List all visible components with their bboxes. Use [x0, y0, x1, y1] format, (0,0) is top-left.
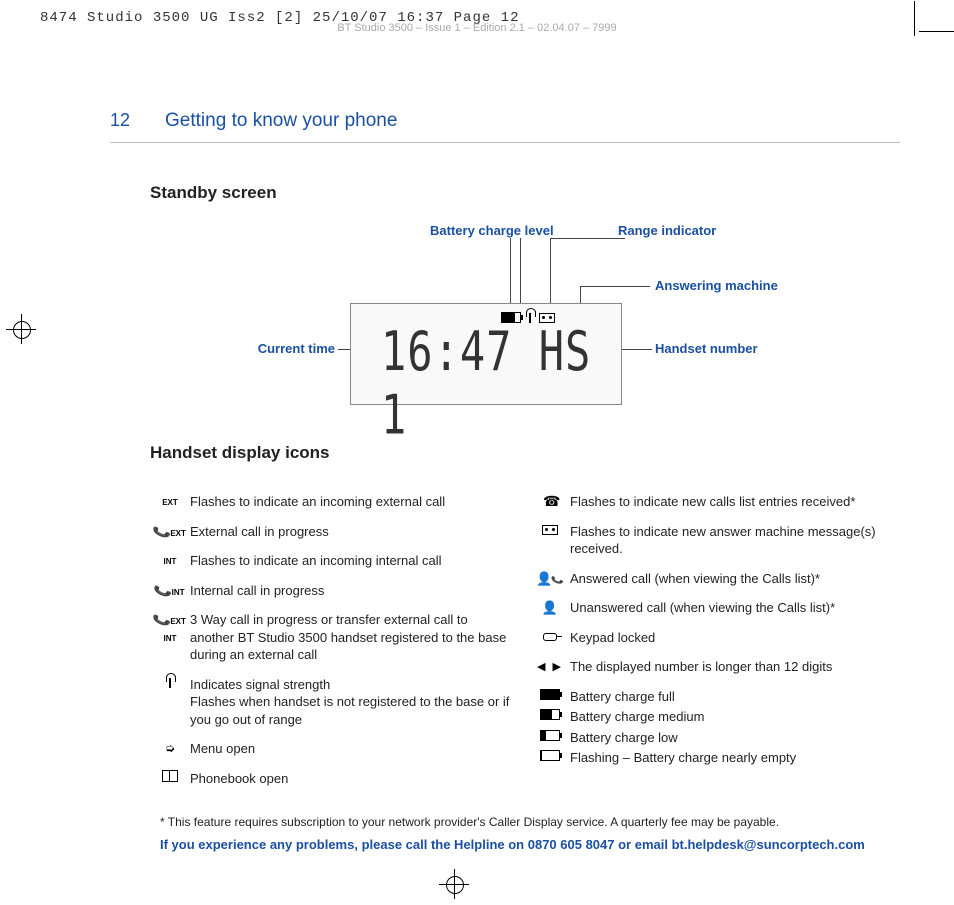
answered-call-icon: 👤📞 [536, 571, 563, 586]
helpline-text: If you experience any problems, please c… [160, 837, 900, 852]
icon-row: Indicates signal strength Flashes when h… [150, 676, 510, 729]
icon-row: 📞EXTExternal call in progress [150, 523, 510, 541]
callout-answering: Answering machine [655, 278, 778, 293]
icons-section: EXTFlashes to indicate an incoming exter… [150, 493, 900, 800]
receiver-ext-icon: 📞 [152, 520, 173, 542]
battery-med-icon [540, 709, 560, 720]
telephone-icon [543, 495, 557, 505]
antenna-strength-icon [169, 678, 171, 688]
icon-row: 👤Unanswered call (when viewing the Calls… [530, 599, 890, 617]
icon-row: INTFlashes to indicate an incoming inter… [150, 552, 510, 570]
standby-heading: Standby screen [150, 183, 900, 203]
icon-row: EXTFlashes to indicate an incoming exter… [150, 493, 510, 511]
icon-row: Phonebook open [150, 770, 510, 788]
callout-range: Range indicator [618, 223, 716, 238]
registration-mark-left [12, 320, 32, 340]
page-header: 12 Getting to know your phone [110, 110, 900, 143]
icon-row: 📞INTInternal call in progress [150, 582, 510, 600]
long-number-arrows-icon: ◀ ▶ [537, 661, 563, 673]
icon-row: Flashes to indicate new answer machine m… [530, 523, 890, 558]
lcd-screen: 16:47 HS 1 [350, 303, 622, 405]
key-lock-icon [543, 633, 557, 641]
icon-row: ◀ ▶The displayed number is longer than 1… [530, 658, 890, 676]
receiver-ext-int-icon: 📞 [152, 609, 173, 631]
battery-empty-icon [540, 750, 560, 761]
standby-diagram: Battery charge level Range indicator Ans… [110, 223, 900, 443]
callout-handset: Handset number [655, 341, 758, 356]
print-running-head: BT Studio 3500 – Issue 1 – Edition 2.1 –… [0, 22, 954, 34]
unanswered-call-icon: 👤 [542, 600, 558, 615]
icon-row: Flashing – Battery charge nearly empty [530, 749, 890, 767]
receiver-int-icon: 📞 [153, 579, 174, 601]
callout-battery: Battery charge level [430, 223, 554, 238]
footnote: * This feature requires subscription to … [160, 815, 900, 829]
battery-full-icon [540, 689, 560, 700]
menu-arrow-icon: ➭ [165, 741, 175, 755]
icon-row: 👤📞Answered call (when viewing the Calls … [530, 570, 890, 588]
page-content: 12 Getting to know your phone Standby sc… [110, 110, 900, 852]
int-label-icon: INT [164, 557, 177, 566]
page-number: 12 [110, 110, 130, 131]
registration-mark-bottom [445, 875, 465, 895]
lcd-digits: 16:47 HS 1 [381, 319, 621, 446]
callout-time: Current time [235, 341, 335, 356]
battery-low-icon [540, 730, 560, 741]
phonebook-icon [162, 770, 178, 782]
icon-row: Battery charge low [530, 729, 890, 747]
section-title: Getting to know your phone [165, 110, 397, 132]
ext-label-icon: EXT [162, 498, 178, 507]
icons-right-col: Flashes to indicate new calls list entri… [530, 493, 890, 800]
icon-row: ➭Menu open [150, 740, 510, 758]
icon-row: Flashes to indicate new calls list entri… [530, 493, 890, 511]
icon-row: Keypad locked [530, 629, 890, 647]
icons-left-col: EXTFlashes to indicate an incoming exter… [150, 493, 510, 800]
icon-row: 📞EXTINT3 Way call in progress or transfe… [150, 611, 510, 664]
answer-machine-icon [542, 525, 558, 535]
icon-row: Battery charge full [530, 688, 890, 706]
crop-mark-tr [884, 1, 944, 61]
icon-row: Battery charge medium [530, 708, 890, 726]
